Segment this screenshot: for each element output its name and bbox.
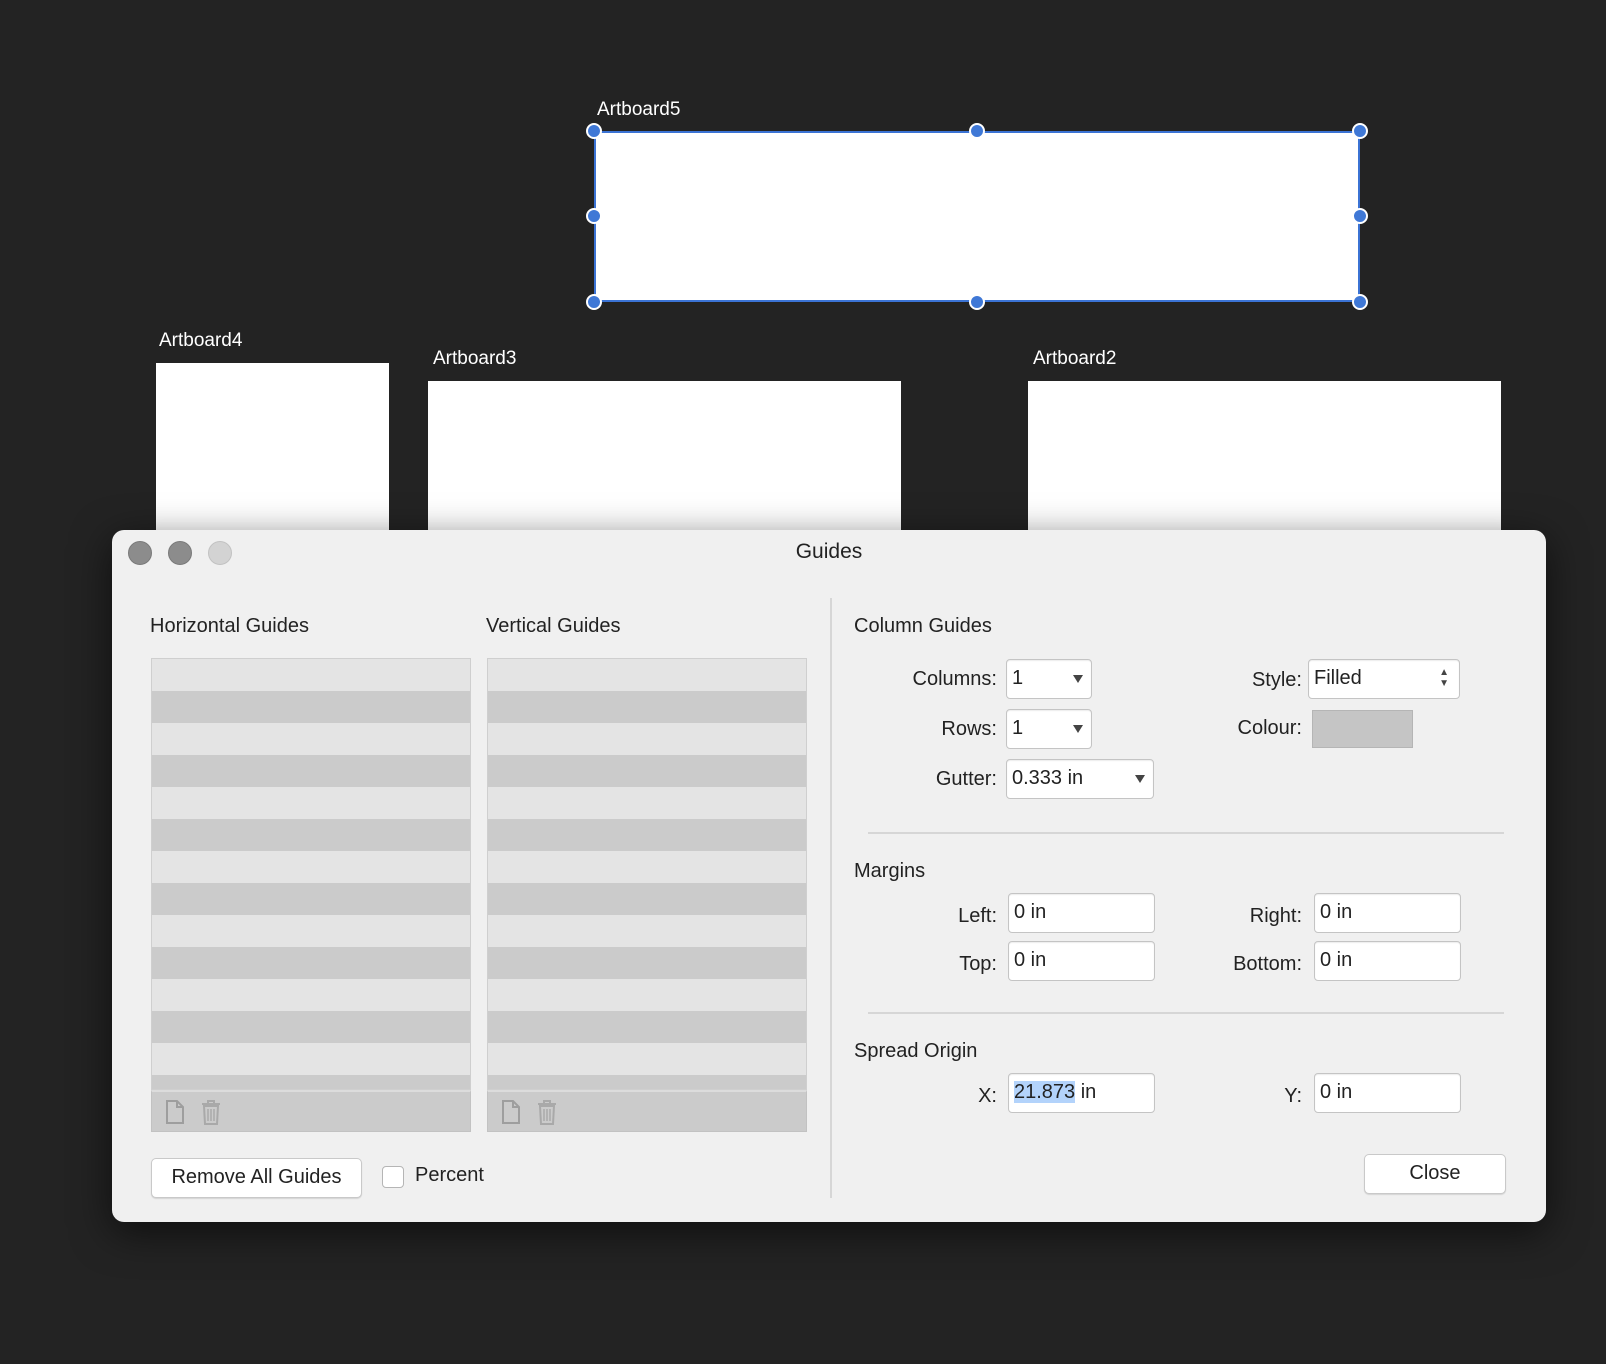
- y-origin-input[interactable]: 0 in: [1314, 1073, 1461, 1113]
- vertical-guides-toolbar: [487, 1090, 807, 1132]
- x-origin-input[interactable]: 21.873 in: [1008, 1073, 1155, 1113]
- resize-handle-top-left[interactable]: [586, 123, 602, 139]
- resize-handle-bottom-center[interactable]: [969, 294, 985, 310]
- gutter-value: 0.333 in: [1012, 767, 1084, 789]
- x-origin-unit: in: [1075, 1081, 1097, 1103]
- updown-arrows-icon: ▲ ▼: [1439, 667, 1449, 689]
- columns-label: Columns:: [912, 668, 997, 690]
- artboard2-label: Artboard2: [1033, 348, 1117, 369]
- left-margin-input[interactable]: 0 in: [1008, 893, 1155, 933]
- rows-label: Rows:: [941, 718, 997, 740]
- style-value: Filled: [1314, 667, 1362, 689]
- rows-value: 1: [1012, 717, 1024, 739]
- y-origin-label: Y:: [1284, 1085, 1302, 1107]
- gutter-combo[interactable]: 0.333 in: [1006, 759, 1154, 799]
- delete-guide-icon[interactable]: [198, 1098, 224, 1126]
- chevron-down-icon: [1135, 775, 1145, 783]
- columns-combo[interactable]: 1: [1006, 659, 1092, 699]
- percent-checkbox[interactable]: [382, 1166, 404, 1188]
- x-origin-selected-text: 21.873: [1014, 1081, 1076, 1103]
- top-margin-input[interactable]: 0 in: [1008, 941, 1155, 981]
- colour-label: Colour:: [1237, 717, 1302, 739]
- bottom-margin-input[interactable]: 0 in: [1314, 941, 1461, 981]
- delete-guide-icon[interactable]: [534, 1098, 560, 1126]
- chevron-down-icon: [1073, 725, 1083, 733]
- top-margin-label: Top:: [959, 953, 997, 975]
- artboard5-label: Artboard5: [597, 99, 681, 120]
- bottom-margin-label: Bottom:: [1233, 953, 1302, 975]
- left-margin-label: Left:: [958, 905, 997, 927]
- resize-handle-top-center[interactable]: [969, 123, 985, 139]
- artboard5[interactable]: [594, 131, 1360, 302]
- percent-label: Percent: [415, 1164, 484, 1186]
- artboard3-label: Artboard3: [433, 348, 517, 369]
- right-margin-input[interactable]: 0 in: [1314, 893, 1461, 933]
- artboard2[interactable]: [1028, 381, 1501, 533]
- horizontal-guides-label: Horizontal Guides: [150, 615, 309, 637]
- close-button[interactable]: Close: [1364, 1154, 1506, 1194]
- column-guides-heading: Column Guides: [854, 615, 992, 637]
- chevron-down-icon: [1073, 675, 1083, 683]
- horizontal-guides-toolbar: [151, 1090, 471, 1132]
- artboard4-label: Artboard4: [159, 330, 243, 351]
- artboard3[interactable]: [428, 381, 901, 533]
- resize-handle-middle-right[interactable]: [1352, 208, 1368, 224]
- horizontal-guides-list[interactable]: [151, 658, 471, 1090]
- spread-origin-heading: Spread Origin: [854, 1040, 978, 1062]
- margins-heading: Margins: [854, 860, 926, 882]
- resize-handle-bottom-right[interactable]: [1352, 294, 1368, 310]
- style-select[interactable]: Filled ▲ ▼: [1308, 659, 1460, 699]
- x-origin-label: X:: [978, 1085, 997, 1107]
- section-divider: [868, 832, 1504, 834]
- dialog-divider: [830, 598, 832, 1198]
- artboard4[interactable]: [156, 363, 389, 533]
- colour-swatch[interactable]: [1312, 710, 1413, 748]
- resize-handle-middle-left[interactable]: [586, 208, 602, 224]
- add-guide-icon[interactable]: [162, 1098, 188, 1126]
- dialog-title: Guides: [795, 540, 863, 563]
- resize-handle-bottom-left[interactable]: [586, 294, 602, 310]
- right-margin-label: Right:: [1249, 905, 1302, 927]
- vertical-guides-label: Vertical Guides: [486, 615, 621, 637]
- style-label: Style:: [1251, 669, 1302, 691]
- columns-value: 1: [1012, 667, 1024, 689]
- rows-combo[interactable]: 1: [1006, 709, 1092, 749]
- vertical-guides-list[interactable]: [487, 658, 807, 1090]
- add-guide-icon[interactable]: [498, 1098, 524, 1126]
- section-divider: [868, 1012, 1504, 1014]
- resize-handle-top-right[interactable]: [1352, 123, 1368, 139]
- gutter-label: Gutter:: [935, 768, 997, 790]
- remove-all-guides-button[interactable]: Remove All Guides: [151, 1158, 362, 1198]
- guides-dialog: Guides Horizontal Guides Vertical Guides…: [112, 530, 1546, 1222]
